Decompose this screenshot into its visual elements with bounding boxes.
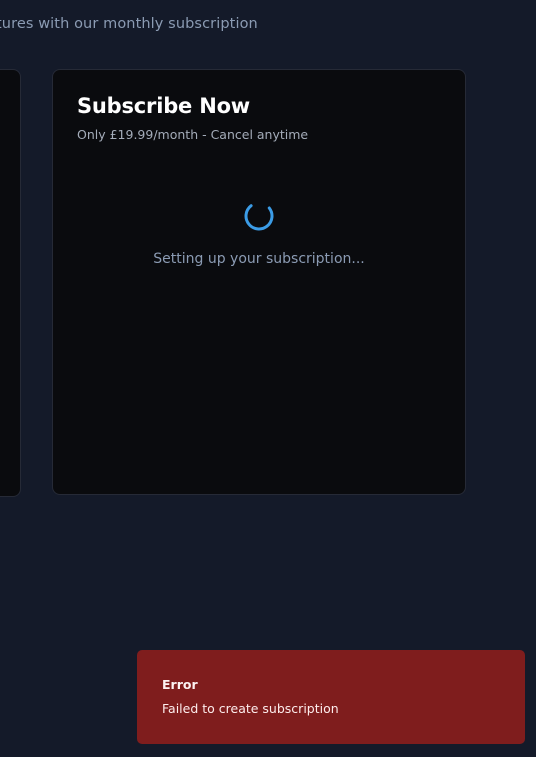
- error-toast[interactable]: Error Failed to create subscription: [137, 650, 525, 744]
- page-description: tures with our monthly subscription: [0, 16, 258, 32]
- card-title: Subscribe Now: [77, 94, 250, 118]
- loading-message: Setting up your subscription...: [153, 251, 365, 267]
- subscribe-card: Subscribe Now Only £19.99/month - Cancel…: [52, 69, 466, 495]
- loading-spinner-icon: [243, 200, 275, 232]
- toast-title: Error: [162, 677, 198, 692]
- plan-card: [0, 69, 21, 497]
- card-subtitle: Only £19.99/month - Cancel anytime: [77, 127, 309, 142]
- toast-message: Failed to create subscription: [162, 701, 339, 716]
